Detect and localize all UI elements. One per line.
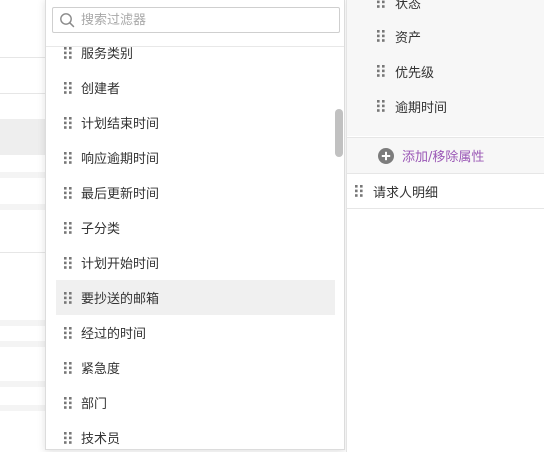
drag-handle-icon[interactable] <box>64 186 72 199</box>
search-icon <box>60 13 75 28</box>
table-divider <box>0 320 46 326</box>
drag-handle-icon[interactable] <box>377 30 385 42</box>
screen: 服务类别创建者计划结束时间响应逾期时间最后更新时间子分类计划开始时间要抄送的邮箱… <box>0 0 544 452</box>
table-divider <box>0 172 46 178</box>
search-input[interactable] <box>81 10 331 30</box>
filter-item-label: 创建者 <box>81 82 121 97</box>
filter-item-label: 子分类 <box>81 222 121 237</box>
table-divider <box>0 204 46 210</box>
property-label: 优先级 <box>395 65 435 81</box>
filter-list-item[interactable]: 紧急度 <box>56 350 335 385</box>
filter-item-label: 最后更新时间 <box>81 187 160 202</box>
filter-list-item[interactable]: 计划结束时间 <box>56 105 335 140</box>
properties-panel: 状态 资产 优先级 逾期时间 添加/移除属性 请求人明细 <box>346 0 544 452</box>
filter-item-label: 计划开始时间 <box>81 257 160 272</box>
filter-item-label: 紧急度 <box>81 362 121 377</box>
table-divider <box>0 57 46 58</box>
drag-handle-icon[interactable] <box>64 116 72 129</box>
drag-handle-icon[interactable] <box>377 100 385 112</box>
properties-list: 状态 资产 优先级 逾期时间 <box>347 0 544 136</box>
property-label: 资产 <box>395 30 422 46</box>
plus-circle-icon <box>378 147 394 164</box>
background-table <box>0 0 46 452</box>
table-divider <box>0 93 46 94</box>
table-divider <box>0 405 46 411</box>
drag-handle-icon[interactable] <box>64 221 72 234</box>
detail-row-label: 请求人明细 <box>373 185 439 201</box>
filter-item-label: 技术员 <box>81 432 121 447</box>
drag-handle-icon[interactable] <box>64 326 72 339</box>
filter-list-item[interactable]: 最后更新时间 <box>56 175 335 210</box>
property-item-overdue-time[interactable]: 逾期时间 <box>377 96 447 116</box>
scrollbar[interactable] <box>334 47 344 449</box>
search-box[interactable] <box>52 7 340 33</box>
drag-handle-icon[interactable] <box>64 431 72 444</box>
search-divider <box>46 46 344 47</box>
filter-list-item[interactable]: 计划开始时间 <box>56 245 335 280</box>
drag-handle-icon[interactable] <box>355 185 363 197</box>
drag-handle-icon[interactable] <box>377 0 385 8</box>
property-label: 状态 <box>395 0 422 12</box>
filter-list-item[interactable]: 技术员 <box>56 420 335 449</box>
drag-handle-icon[interactable] <box>64 361 72 374</box>
property-item-status[interactable]: 状态 <box>377 0 421 12</box>
drag-handle-icon[interactable] <box>64 396 72 409</box>
filter-item-label: 部门 <box>81 397 108 412</box>
drag-handle-icon[interactable] <box>64 291 72 304</box>
drag-handle-icon[interactable] <box>64 46 72 59</box>
drag-handle-icon[interactable] <box>64 151 72 164</box>
filter-item-label: 响应逾期时间 <box>81 152 160 167</box>
filter-item-label: 计划结束时间 <box>81 117 160 132</box>
filter-item-label: 要抄送的邮箱 <box>81 292 160 307</box>
property-label: 逾期时间 <box>395 100 448 116</box>
table-divider <box>0 252 46 253</box>
filter-dropdown: 服务类别创建者计划结束时间响应逾期时间最后更新时间子分类计划开始时间要抄送的邮箱… <box>45 0 345 450</box>
table-divider <box>0 381 46 387</box>
filter-list-item[interactable]: 子分类 <box>56 210 335 245</box>
requester-details-row[interactable]: 请求人明细 <box>347 173 544 209</box>
filter-list: 服务类别 创建者 计划结束时间 响应逾期时间 最后更新时间 子分类 计划开始时间 要抄送的邮箱… <box>56 39 336 449</box>
drag-handle-icon[interactable] <box>64 256 72 269</box>
filter-item-label: 经过的时间 <box>81 327 147 342</box>
drag-handle-icon[interactable] <box>64 81 72 94</box>
drag-handle-icon[interactable] <box>377 65 385 77</box>
filter-list-item[interactable]: 经过的时间 <box>56 315 335 350</box>
filter-list-item[interactable]: 创建者 <box>56 70 335 105</box>
add-remove-label: 添加/移除属性 <box>402 150 485 165</box>
filter-list-item[interactable]: 服务类别 <box>56 35 335 70</box>
table-row-selected <box>0 119 46 155</box>
property-item-priority[interactable]: 优先级 <box>377 61 434 81</box>
property-item-asset[interactable]: 资产 <box>377 26 421 46</box>
scrollbar-thumb[interactable] <box>335 109 343 157</box>
filter-list-item[interactable]: 响应逾期时间 <box>56 140 335 175</box>
filter-list-item[interactable]: 要抄送的邮箱 <box>56 280 335 315</box>
table-divider <box>0 341 46 347</box>
add-remove-properties-button[interactable]: 添加/移除属性 <box>347 137 544 173</box>
filter-list-item[interactable]: 部门 <box>56 385 335 420</box>
